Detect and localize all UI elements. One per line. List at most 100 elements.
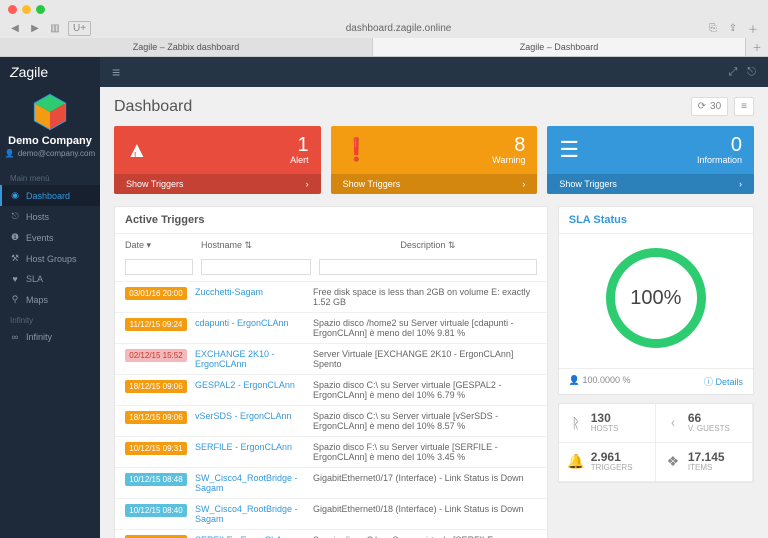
stats-panel: ᚱ130HOSTS ᚲ66V. GUESTS 🔔2.961TRIGGERS ❖1… [558, 403, 754, 483]
refresh-interval[interactable]: ⟳30 [691, 97, 729, 116]
browser-tab[interactable]: Zagile – Dashboard [373, 38, 746, 56]
user-icon: 👤 [569, 375, 580, 385]
alert-icon: ▲! [126, 137, 151, 163]
browser-tab[interactable]: Zagile – Zabbix dashboard [0, 38, 373, 56]
zoom-window-button[interactable] [36, 5, 45, 14]
refresh-icon: ⟳ [698, 101, 706, 112]
new-tab-icon[interactable]: ＋ [746, 21, 760, 35]
company-email: 👤demo@company.com [4, 149, 96, 158]
date-badge: 10/12/15 08:40 [125, 504, 187, 517]
content: Dashboard ⟳30 ≡ ▲!1Alert Show Triggers› … [100, 87, 768, 538]
info-show-triggers[interactable]: Show Triggers› [547, 174, 754, 194]
stat-vguests: ᚲ66V. GUESTS [656, 404, 753, 443]
sla-details-link[interactable]: ⓘ Details [704, 375, 743, 388]
sidebar: Zagile Demo Company 👤demo@company.com Ma… [0, 57, 100, 538]
company-name: Demo Company [4, 135, 96, 147]
chevron-right-icon: › [739, 179, 742, 189]
window-titlebar [0, 0, 768, 18]
infinity-icon: ∞ [10, 332, 20, 342]
filter-date-input[interactable] [125, 259, 193, 275]
col-description[interactable]: Description ⇅ [319, 240, 537, 251]
host-link[interactable]: vSerSDS - ErgonCLAnn [195, 411, 305, 421]
sidebar-item-maps[interactable]: ⚲Maps [0, 289, 100, 310]
maps-icon: ⚲ [10, 294, 20, 305]
trigger-description: GigabitEthernet0/17 (Interface) - Link S… [313, 473, 537, 483]
table-row: 02/12/15 15:52EXCHANGE 2K10 - ErgonCLAnn… [115, 343, 547, 374]
panel-title: Active Triggers [115, 207, 547, 234]
minimize-window-button[interactable] [22, 5, 31, 14]
warning-count: 8 [492, 135, 525, 155]
sidebar-toggle-icon[interactable]: ▥ [48, 21, 62, 35]
filter-host-input[interactable] [201, 259, 311, 275]
host-link[interactable]: SW_Cisco4_RootBridge - Sagam [195, 504, 305, 524]
table-row: 10/12/15 08:40 SW_Cisco4_RootBridge - Sag… [115, 498, 547, 529]
alert-count: 1 [290, 135, 309, 155]
trigger-description: Free disk space is less than 2GB on volu… [313, 287, 537, 307]
menu-section-label: Infinity [0, 310, 100, 327]
sidebar-item-events[interactable]: ❶Events [0, 227, 100, 248]
events-icon: ❶ [10, 232, 20, 243]
chevron-right-icon: › [306, 179, 309, 189]
info-count: 0 [697, 135, 742, 155]
table-row: 03/01/16 20:00Zucchetti-SagamFree disk s… [115, 281, 547, 312]
table-row: 18/12/15 09:06GESPAL2 - ErgonCLAnnSpazio… [115, 374, 547, 405]
guests-icon: ᚲ [664, 414, 682, 432]
host-link[interactable]: SERFILE - ErgonCLAnn [195, 442, 305, 452]
forward-icon[interactable]: ▶ [28, 21, 42, 35]
expand-icon[interactable]: ⤢ [728, 66, 737, 79]
sla-gauge: 100% [606, 248, 706, 348]
sidebar-item-hosts[interactable]: ⎋Hosts [0, 206, 100, 227]
share-icon[interactable]: ⇪ [726, 21, 740, 35]
hamburger-icon[interactable]: ≡ [112, 64, 120, 80]
sidebar-item-host-groups[interactable]: ⚒Host Groups [0, 248, 100, 269]
address-bar[interactable]: dashboard.zagile.online [97, 23, 700, 34]
table-row: 10/12/15 09:31 SERFILE - ErgonCLAnn Spazio… [115, 436, 547, 467]
col-date[interactable]: Date ▾ [125, 240, 193, 251]
logout-icon[interactable]: ⎋ [747, 66, 756, 79]
stat-items: ❖17.145ITEMS [656, 443, 753, 482]
topbar: ≡ ⤢ ⎋ [100, 57, 768, 87]
sidebar-item-infinity[interactable]: ∞Infinity [0, 327, 100, 347]
reader-icon[interactable]: ⎘ [706, 21, 720, 35]
page-header: Dashboard ⟳30 ≡ [114, 97, 754, 116]
stat-hosts: ᚱ130HOSTS [559, 404, 656, 443]
add-tab-button[interactable]: ＋ [746, 38, 768, 56]
back-icon[interactable]: ◀ [8, 21, 22, 35]
trigger-description: Spazio disco /home2 su Server virtuale [… [313, 318, 537, 338]
close-window-button[interactable] [8, 5, 17, 14]
panel-menu-icon[interactable]: ≡ [734, 97, 754, 116]
menu-section-label: Main menù [0, 168, 100, 185]
host-link[interactable]: cdapunti - ErgonCLAnn [195, 318, 305, 328]
table-row: 10/12/15 08:48SW_Cisco4_RootBridge - Sag… [115, 467, 547, 498]
col-hostname[interactable]: Hostname ⇅ [201, 240, 311, 251]
filter-row [115, 257, 547, 281]
alert-show-triggers[interactable]: Show Triggers› [114, 174, 321, 194]
date-badge: 18/12/15 09:06 [125, 380, 187, 393]
alert-card: ▲!1Alert Show Triggers› [114, 126, 321, 194]
hosts-icon: ⎋ [10, 211, 20, 222]
hosts-icon: ᚱ [567, 414, 585, 432]
warning-show-triggers[interactable]: Show Triggers› [331, 174, 538, 194]
table-row: 11/12/15 09:24cdapunti - ErgonCLAnnSpazi… [115, 312, 547, 343]
sidebar-item-dashboard[interactable]: ◉Dashboard [0, 185, 100, 206]
dashboard-icon: ◉ [10, 190, 20, 201]
sla-icon: ♥ [10, 274, 20, 284]
sla-panel: SLA Status 100% 👤 100.0000 % ⓘ Details [558, 206, 754, 395]
brand-logo[interactable]: Zagile [0, 57, 100, 87]
table-row: 18/12/15 09:06vSerSDS - ErgonCLAnnSpazio… [115, 405, 547, 436]
page-title: Dashboard [114, 98, 192, 116]
host-link[interactable]: GESPAL2 - ErgonCLAnn [195, 380, 305, 390]
company-logo-icon [31, 93, 69, 131]
filter-desc-input[interactable] [319, 259, 537, 275]
date-badge: 10/12/15 09:31 [125, 442, 187, 455]
trigger-description: Spazio disco F:\ su Server virtuale [SER… [313, 442, 537, 462]
date-badge: 18/12/15 09:06 [125, 411, 187, 424]
stat-triggers: 🔔2.961TRIGGERS [559, 443, 656, 482]
host-link[interactable]: EXCHANGE 2K10 - ErgonCLAnn [195, 349, 305, 369]
host-link[interactable]: Zucchetti-Sagam [195, 287, 305, 297]
sla-value: 👤 100.0000 % [569, 375, 631, 388]
trigger-description: GigabitEthernet0/18 (Interface) - Link S… [313, 504, 537, 514]
info-card: ☰0Information Show Triggers› [547, 126, 754, 194]
host-link[interactable]: SW_Cisco4_RootBridge - Sagam [195, 473, 305, 493]
sidebar-item-sla[interactable]: ♥SLA [0, 269, 100, 289]
